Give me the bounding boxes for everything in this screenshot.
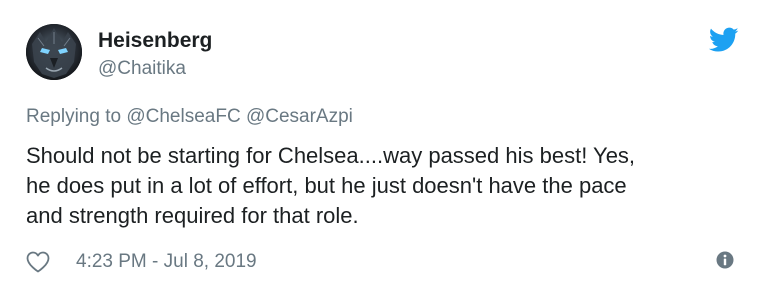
lion-avatar-icon [26, 24, 82, 80]
mention-chelseafc[interactable]: @ChelseaFC [126, 106, 240, 127]
info-icon[interactable] [716, 251, 734, 269]
twitter-bird-icon[interactable] [708, 27, 739, 53]
reply-context: Replying to @ChelseaFC @CesarAzpi [26, 105, 353, 129]
mention-cesarazpi[interactable]: @CesarAzpi [246, 106, 353, 127]
tweet-text: Should not be starting for Chelsea....wa… [26, 143, 636, 228]
author-screen-name[interactable]: @Chaitika [98, 57, 186, 81]
tweet-card: Heisenberg @Chaitika Replying to @Chelse… [0, 0, 765, 286]
author-display-name[interactable]: Heisenberg [98, 28, 212, 54]
tweet-footer: 4:23 PM - Jul 8, 2019 [26, 249, 257, 275]
tweet-timestamp[interactable]: 4:23 PM - Jul 8, 2019 [76, 250, 257, 274]
heart-icon[interactable] [26, 251, 50, 273]
reply-prefix: Replying to [26, 106, 127, 127]
avatar[interactable] [26, 24, 82, 80]
